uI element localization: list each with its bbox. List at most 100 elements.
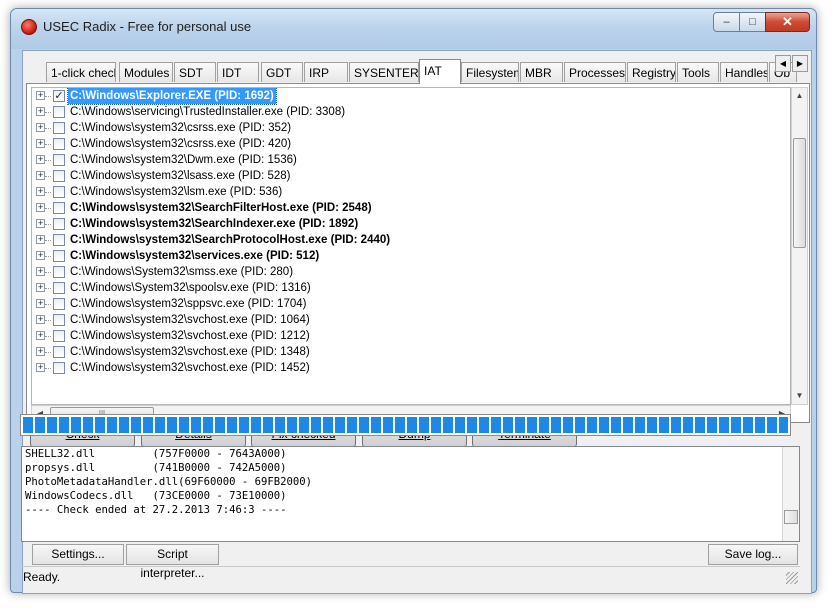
- tab-sdt[interactable]: SDT: [174, 62, 216, 82]
- tab-handles[interactable]: Handles: [720, 62, 768, 82]
- process-label[interactable]: C:\Windows\System32\smss.exe (PID: 280): [68, 264, 295, 280]
- process-row[interactable]: + C:\Windows\system32\SearchIndexer.exe (…: [32, 216, 790, 232]
- save-log-button[interactable]: Save log...: [708, 544, 798, 565]
- expand-icon[interactable]: +: [36, 283, 45, 292]
- tab-1-click-check[interactable]: 1-click check: [46, 62, 116, 82]
- process-row[interactable]: + C:\Windows\system32\svchost.exe (PID: 1…: [32, 344, 790, 360]
- process-label[interactable]: C:\Windows\system32\svchost.exe (PID: 12…: [68, 328, 312, 344]
- process-checkbox[interactable]: [53, 314, 65, 326]
- expand-icon[interactable]: +: [36, 347, 45, 356]
- process-label[interactable]: C:\Windows\system32\svchost.exe (PID: 13…: [68, 344, 312, 360]
- process-checkbox[interactable]: [53, 202, 65, 214]
- app-logo-icon[interactable]: [21, 19, 37, 35]
- expand-icon[interactable]: +: [36, 251, 45, 260]
- tab-scroll-left-icon[interactable]: ◀: [775, 55, 791, 72]
- process-row[interactable]: + C:\Windows\system32\lsass.exe (PID: 528…: [32, 168, 790, 184]
- log-output[interactable]: SHELL32.dll (757F0000 - 7643A000) propsys…: [21, 446, 800, 542]
- process-label[interactable]: C:\Windows\system32\SearchIndexer.exe (P…: [68, 216, 360, 232]
- tab-sysenter[interactable]: SYSENTER: [349, 62, 419, 82]
- process-label[interactable]: C:\Windows\system32\SearchFilterHost.exe…: [68, 200, 374, 216]
- process-row[interactable]: + C:\Windows\system32\csrss.exe (PID: 352…: [32, 120, 790, 136]
- expand-icon[interactable]: +: [36, 155, 45, 164]
- process-label[interactable]: C:\Windows\system32\SearchProtocolHost.e…: [68, 232, 392, 248]
- expand-icon[interactable]: +: [36, 91, 45, 100]
- tab-gdt[interactable]: GDT: [261, 62, 303, 82]
- tab-tools[interactable]: Tools: [677, 62, 719, 82]
- process-checkbox[interactable]: [53, 234, 65, 246]
- process-label[interactable]: C:\Windows\servicing\TrustedInstaller.ex…: [68, 104, 347, 120]
- process-checkbox[interactable]: ✓: [53, 90, 65, 102]
- process-row[interactable]: + C:\Windows\System32\spoolsv.exe (PID: 1…: [32, 280, 790, 296]
- process-checkbox[interactable]: [53, 250, 65, 262]
- process-row[interactable]: + C:\Windows\system32\svchost.exe (PID: 1…: [32, 328, 790, 344]
- process-label[interactable]: C:\Windows\System32\spoolsv.exe (PID: 13…: [68, 280, 313, 296]
- tab-scroll-right-icon[interactable]: ▶: [792, 55, 808, 72]
- process-row[interactable]: + C:\Windows\system32\SearchFilterHost.ex…: [32, 200, 790, 216]
- log-vertical-scrollbar[interactable]: [782, 447, 799, 541]
- process-checkbox[interactable]: [53, 170, 65, 182]
- expand-icon[interactable]: +: [36, 139, 45, 148]
- script-interpreter-button[interactable]: Script interpreter...: [126, 544, 219, 580]
- process-checkbox[interactable]: [53, 122, 65, 134]
- expand-icon[interactable]: +: [36, 363, 45, 372]
- process-row[interactable]: + C:\Windows\system32\svchost.exe (PID: 1…: [32, 312, 790, 328]
- process-row[interactable]: + C:\Windows\system32\lsm.exe (PID: 536): [32, 184, 790, 200]
- expand-icon[interactable]: +: [36, 315, 45, 324]
- tab-modules[interactable]: Modules: [119, 62, 173, 82]
- tree-vertical-scrollbar[interactable]: ▲ ▼: [791, 87, 808, 405]
- process-checkbox[interactable]: [53, 154, 65, 166]
- expand-icon[interactable]: +: [36, 187, 45, 196]
- tab-filesystem[interactable]: Filesystem: [461, 62, 519, 82]
- tab-idt[interactable]: IDT: [217, 62, 259, 82]
- resize-grip-icon[interactable]: [786, 572, 798, 584]
- process-row[interactable]: + C:\Windows\servicing\TrustedInstaller.e…: [32, 104, 790, 120]
- process-checkbox[interactable]: [53, 298, 65, 310]
- process-checkbox[interactable]: [53, 266, 65, 278]
- process-checkbox[interactable]: [53, 106, 65, 118]
- process-label[interactable]: C:\Windows\Explorer.EXE (PID: 1692): [67, 88, 277, 105]
- process-checkbox[interactable]: [53, 362, 65, 374]
- tab-iat[interactable]: IAT: [419, 59, 461, 84]
- process-label[interactable]: C:\Windows\system32\svchost.exe (PID: 10…: [68, 312, 312, 328]
- expand-icon[interactable]: +: [36, 267, 45, 276]
- scroll-thumb[interactable]: [793, 138, 806, 248]
- process-label[interactable]: C:\Windows\system32\lsass.exe (PID: 528): [68, 168, 293, 184]
- process-row[interactable]: + ✓ C:\Windows\Explorer.EXE (PID: 1692): [32, 88, 790, 105]
- process-checkbox[interactable]: [53, 330, 65, 342]
- tab-processes[interactable]: Processes: [564, 62, 626, 82]
- process-label[interactable]: C:\Windows\system32\lsm.exe (PID: 536): [68, 184, 284, 200]
- process-checkbox[interactable]: [53, 282, 65, 294]
- process-tree[interactable]: + ✓ C:\Windows\Explorer.EXE (PID: 1692) + C:…: [31, 87, 791, 405]
- process-row[interactable]: + C:\Windows\System32\smss.exe (PID: 280): [32, 264, 790, 280]
- tab-irp[interactable]: IRP: [304, 62, 348, 82]
- process-label[interactable]: C:\Windows\system32\Dwm.exe (PID: 1536): [68, 152, 299, 168]
- process-label[interactable]: C:\Windows\system32\services.exe (PID: 5…: [68, 248, 321, 264]
- expand-icon[interactable]: +: [36, 203, 45, 212]
- process-label[interactable]: C:\Windows\system32\sppsvc.exe (PID: 170…: [68, 296, 308, 312]
- expand-icon[interactable]: +: [36, 235, 45, 244]
- close-button[interactable]: ✕: [765, 12, 810, 32]
- expand-icon[interactable]: +: [36, 299, 45, 308]
- tab-registry[interactable]: Registry: [627, 62, 676, 82]
- process-checkbox[interactable]: [53, 346, 65, 358]
- settings-button[interactable]: Settings...: [32, 544, 124, 565]
- scroll-down-icon[interactable]: ▼: [792, 388, 807, 404]
- expand-icon[interactable]: +: [36, 331, 45, 340]
- process-checkbox[interactable]: [53, 138, 65, 150]
- title-bar[interactable]: USEC Radix - Free for personal use – □ ✕: [11, 9, 816, 49]
- expand-icon[interactable]: +: [36, 219, 45, 228]
- expand-icon[interactable]: +: [36, 107, 45, 116]
- process-row[interactable]: + C:\Windows\system32\SearchProtocolHost.…: [32, 232, 790, 248]
- process-label[interactable]: C:\Windows\system32\csrss.exe (PID: 352): [68, 120, 293, 136]
- tab-mbr[interactable]: MBR: [520, 62, 563, 82]
- minimize-button[interactable]: –: [713, 12, 740, 32]
- process-checkbox[interactable]: [53, 218, 65, 230]
- process-label[interactable]: C:\Windows\system32\svchost.exe (PID: 14…: [68, 360, 312, 376]
- expand-icon[interactable]: +: [36, 171, 45, 180]
- scroll-up-icon[interactable]: ▲: [792, 88, 807, 104]
- log-scroll-thumb[interactable]: [784, 510, 798, 524]
- process-row[interactable]: + C:\Windows\system32\csrss.exe (PID: 420…: [32, 136, 790, 152]
- process-row[interactable]: + C:\Windows\system32\sppsvc.exe (PID: 17…: [32, 296, 790, 312]
- maximize-button[interactable]: □: [739, 12, 766, 32]
- process-label[interactable]: C:\Windows\system32\csrss.exe (PID: 420): [68, 136, 293, 152]
